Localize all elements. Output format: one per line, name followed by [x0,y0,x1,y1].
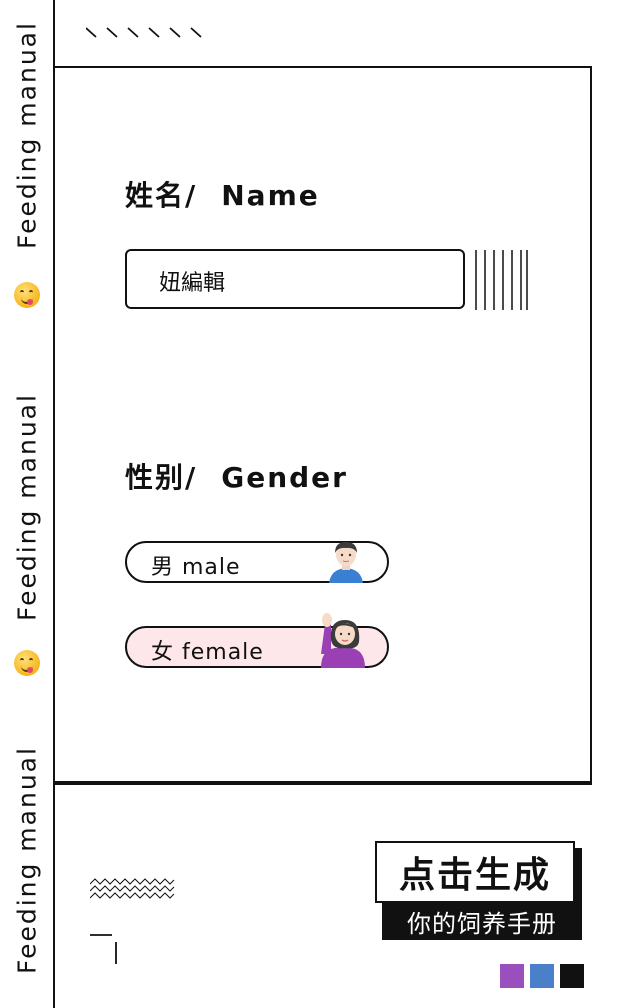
purple-square [500,964,524,988]
gender-option-label: 男 male [151,555,241,580]
gender-section-title: 性别/Gender [125,456,348,496]
gender-title-cn: 性别/ [125,461,198,494]
name-input-value: 妞編輯 [159,271,226,296]
gender-option-female[interactable]: 女 female [125,613,389,668]
name-title-cn: 姓名/ [125,179,198,212]
generate-button-label: 点击生成 [398,855,551,896]
sidebar-text: Feeding manual [12,746,42,974]
gender-option-label: 女 female [151,640,264,665]
sidebar-text: Feeding manual [12,21,42,249]
name-input[interactable]: 妞編輯 [125,249,465,309]
name-title-en: Name [221,179,320,212]
blue-square [530,964,554,988]
sidebar-text: Feeding manual [12,393,42,621]
gender-option-male[interactable]: 男 male [125,541,389,583]
woman-raising-hand-icon [321,613,365,668]
sidebar-strip: Feeding manual Feeding manual Feeding ma… [0,0,53,1008]
yum-face-icon [14,650,40,676]
gender-title-en: Gender [221,461,348,494]
man-icon [329,542,363,583]
decorative-zigzag [90,878,175,899]
panel-bottom-divider [53,783,592,785]
name-section-title: 姓名/Name [125,174,320,214]
black-square [560,964,584,988]
decorative-vertical-lines [475,250,528,310]
generate-button[interactable]: 点击生成 [375,841,575,903]
generate-subtitle: 你的饲养手册 [407,909,557,938]
decorative-corner-mark [90,934,117,964]
decorative-ticks [86,27,202,38]
yum-face-icon [14,282,40,308]
